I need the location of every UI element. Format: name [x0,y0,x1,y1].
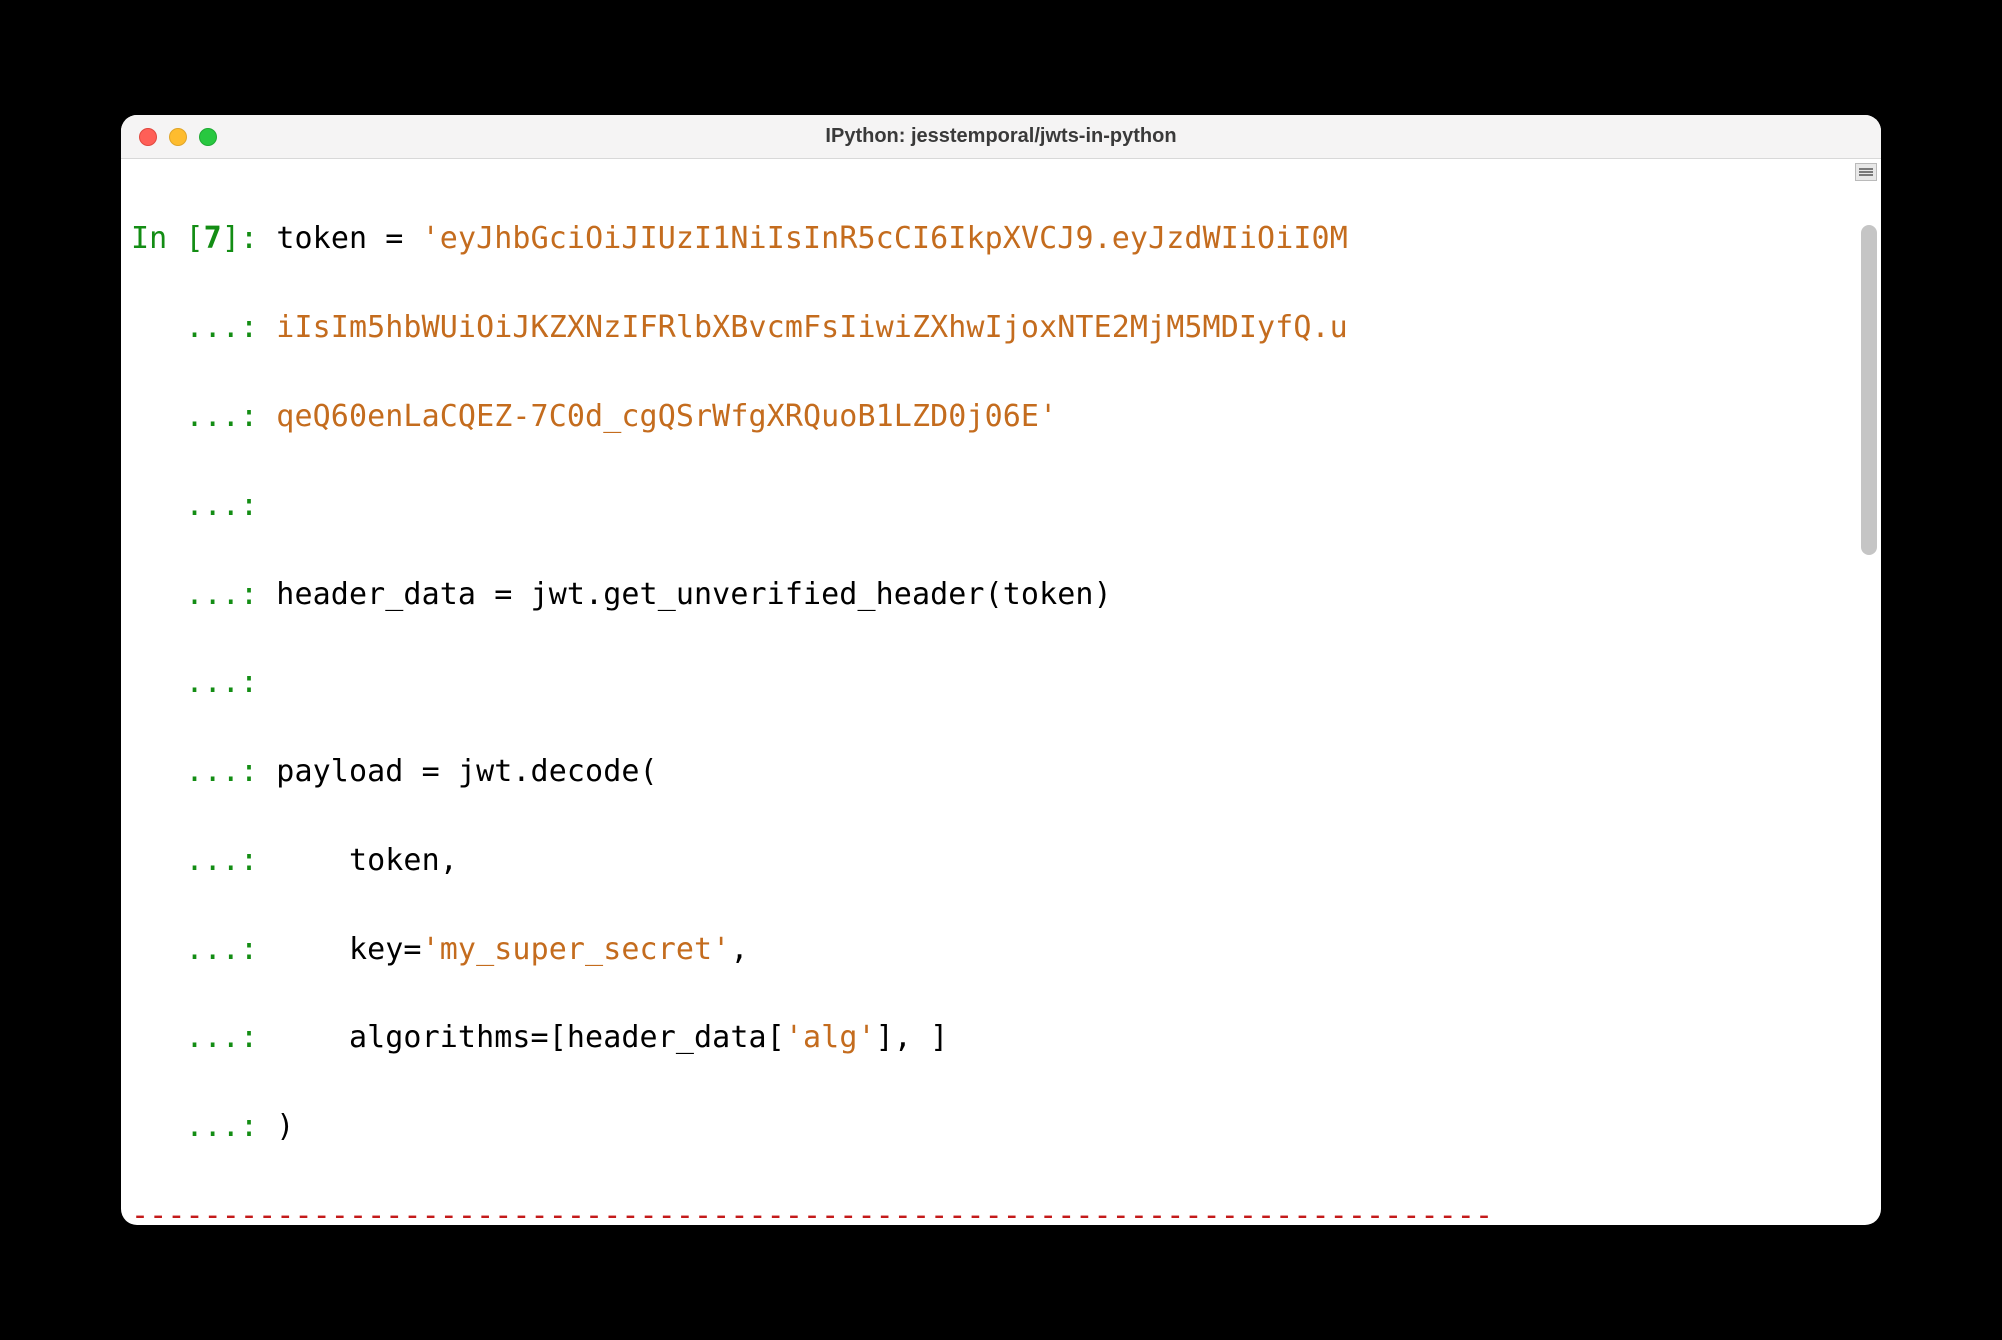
maximize-button[interactable] [199,128,217,146]
code-line: ...: ) [129,1105,1873,1149]
code-line: In [7]: token = 'eyJhbGciOiJIUzI1NiIsInR… [129,217,1873,261]
code-line: ...: token, [129,839,1873,883]
code-line: ...: algorithms=[header_data['alg'], ] [129,1016,1873,1060]
scrollbar-thumb[interactable] [1861,225,1877,555]
minimize-button[interactable] [169,128,187,146]
code-line: ...: header_data = jwt.get_unverified_he… [129,573,1873,617]
traceback-separator: ----------------------------------------… [129,1194,1873,1225]
terminal-content[interactable]: In [7]: token = 'eyJhbGciOiJIUzI1NiIsInR… [121,159,1881,1225]
window-title: IPython: jesstemporal/jwts-in-python [121,125,1881,148]
code-line: ...: iIsIm5hbWUiOiJKZXNzIFRlbXBvcmFsIiwi… [129,306,1873,350]
terminal-window: IPython: jesstemporal/jwts-in-python In … [121,115,1881,1225]
code-line: ...: payload = jwt.decode( [129,750,1873,794]
code-line: ...: [129,484,1873,528]
close-button[interactable] [139,128,157,146]
code-line: ...: qeQ60enLaCQEZ-7C0d_cgQSrWfgXRQuoB1L… [129,395,1873,439]
code-line: ...: key='my_super_secret', [129,928,1873,972]
code-line: ...: [129,661,1873,705]
window-controls [139,128,217,146]
window-titlebar: IPython: jesstemporal/jwts-in-python [121,115,1881,159]
